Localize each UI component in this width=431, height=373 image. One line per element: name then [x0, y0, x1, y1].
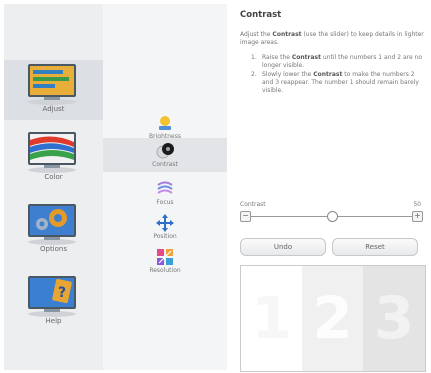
instruction-step: 1. Raise the Contrast until the numbers 1… — [240, 54, 426, 70]
subitem-resolution[interactable]: Resolution — [103, 244, 227, 278]
step-number: 1. — [251, 54, 257, 61]
display-settings-window: Adjust Color Options ? Help Brightness C… — [0, 0, 431, 373]
category-options[interactable]: Options — [4, 200, 103, 260]
instruction-steps: 1. Raise the Contrast until the numbers 1… — [240, 54, 426, 96]
position-icon — [156, 214, 174, 232]
subitem-label: Focus — [156, 199, 174, 206]
slider-value: 50 — [413, 201, 421, 208]
instruction-step: 2. Slowly lower the Contrast to make the … — [240, 71, 426, 95]
resolution-icon — [157, 249, 173, 265]
options-monitor-icon — [28, 204, 76, 245]
step-emphasis: Contrast — [291, 54, 321, 61]
contrast-icon — [156, 143, 174, 159]
category-label: Help — [45, 317, 62, 325]
category-help[interactable]: ? Help — [4, 272, 103, 332]
adjust-monitor-icon — [28, 64, 76, 105]
subitem-label: Contrast — [152, 161, 178, 168]
category-color[interactable]: Color — [4, 128, 103, 188]
help-monitor-icon: ? — [28, 276, 76, 317]
step-number: 2. — [251, 71, 257, 78]
test-pattern-number: 3 — [363, 266, 425, 371]
intro-text-emphasis: Contrast — [272, 31, 302, 38]
step-emphasis: Contrast — [313, 71, 343, 78]
category-label: Options — [39, 245, 67, 253]
undo-button[interactable]: Undo — [240, 238, 326, 256]
category-panel: Adjust Color Options ? Help — [4, 4, 103, 370]
step-text: Slowly lower the — [262, 71, 314, 78]
slider-label: Contrast — [240, 201, 266, 208]
svg-text:?: ? — [58, 285, 66, 301]
content-pane: Contrast Adjust the Contrast (use the sl… — [228, 4, 427, 372]
contrast-test-pattern: 1 2 3 — [240, 265, 426, 372]
subitem-panel: Brightness Contrast Focus Position Resol… — [103, 4, 227, 370]
category-label: Adjust — [42, 105, 65, 113]
brightness-icon — [159, 116, 171, 130]
intro-text-part: Adjust the — [240, 31, 273, 38]
subitem-position[interactable]: Position — [103, 210, 227, 244]
intro-text: Adjust the Contrast (use the slider) to … — [240, 31, 426, 47]
contrast-slider-thumb[interactable] — [327, 211, 338, 222]
color-monitor-icon — [28, 132, 76, 173]
step-text: Raise the — [262, 54, 292, 61]
test-pattern-number: 1 — [241, 266, 302, 371]
reset-button[interactable]: Reset — [332, 238, 418, 256]
test-pattern-number: 2 — [302, 266, 363, 371]
subitem-focus[interactable]: Focus — [103, 176, 227, 210]
increase-button[interactable]: + — [412, 211, 423, 222]
category-label: Color — [44, 173, 63, 181]
subitem-contrast[interactable]: Contrast — [103, 138, 227, 172]
category-adjust[interactable]: Adjust — [4, 60, 103, 120]
subitem-label: Resolution — [149, 267, 181, 274]
page-title: Contrast — [240, 10, 282, 20]
focus-icon — [157, 181, 173, 194]
subitem-label: Position — [153, 233, 177, 240]
